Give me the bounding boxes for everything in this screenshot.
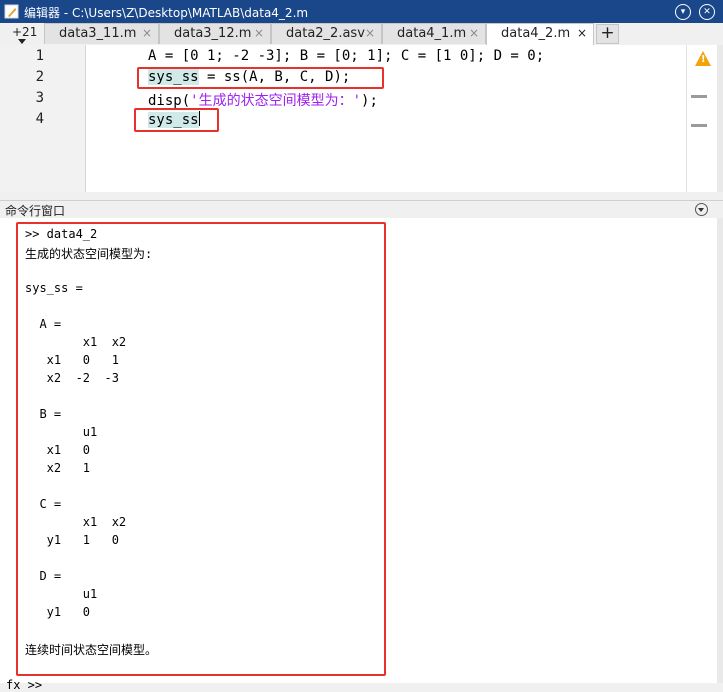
command-window-scrollbar[interactable] (717, 218, 723, 683)
line-number-gutter: 1 2 3 4 (0, 45, 86, 192)
editor-icon (4, 4, 19, 19)
line-number: 1 (35, 48, 44, 64)
close-icon[interactable]: × (254, 26, 264, 40)
command-window-header: 命令行窗口 (0, 200, 723, 219)
annotation-box (16, 222, 386, 676)
code-line-3[interactable]: disp('生成的状态空间模型为：'); (148, 90, 378, 110)
issue-marker[interactable] (691, 95, 707, 98)
code-text: disp( (148, 93, 191, 109)
tab-data3-11[interactable]: data3_11.m × (44, 23, 159, 44)
editor-scrollbar[interactable] (717, 45, 723, 192)
tab-label: data4_2.m (501, 26, 571, 41)
issue-marker[interactable] (691, 124, 707, 127)
tab-label: data2_2.asv (286, 26, 365, 41)
command-prompt[interactable]: fx >> (6, 678, 42, 692)
tab-data2-2[interactable]: data2_2.asv × (271, 23, 382, 44)
close-icon[interactable]: × (365, 26, 375, 40)
tab-label: data3_11.m (59, 26, 137, 41)
close-icon[interactable]: × (142, 26, 152, 40)
code-text: ); (361, 93, 378, 109)
window-title: 编辑器 - C:\Users\Z\Desktop\MATLAB\data4_2.… (24, 6, 309, 20)
title-bar: 编辑器 - C:\Users\Z\Desktop\MATLAB\data4_2.… (0, 0, 723, 23)
dropdown-arrow-icon (18, 39, 26, 44)
tab-label: data4_1.m (397, 26, 467, 41)
string-literal: '生成的状态空间模型为：' (190, 93, 362, 109)
chevron-down-icon[interactable] (695, 203, 708, 216)
close-icon[interactable]: ✕ (699, 4, 715, 20)
close-icon[interactable]: × (577, 26, 587, 40)
editor-tab-bar: +21 data3_11.m × data3_12.m × data2_2.as… (0, 23, 723, 46)
warning-mark: ! (701, 54, 706, 65)
tab-label: data3_12.m (174, 26, 252, 41)
add-tab-button[interactable]: + (596, 24, 619, 44)
tab-data4-1[interactable]: data4_1.m × (382, 23, 486, 44)
command-window-title: 命令行窗口 (5, 204, 66, 218)
code-line-1[interactable]: A = [0 1; -2 -3]; B = [0; 1]; C = [1 0];… (148, 48, 544, 64)
tab-data4-2[interactable]: data4_2.m × (486, 23, 594, 45)
line-number: 4 (35, 111, 44, 127)
line-number: 2 (35, 69, 44, 85)
pane-splitter[interactable] (0, 192, 723, 200)
code-analyzer-rail: ! (686, 45, 718, 192)
close-icon[interactable]: × (469, 26, 479, 40)
annotation-box (134, 108, 219, 132)
annotation-box (137, 67, 384, 89)
hidden-tabs-counter[interactable]: +21 (0, 23, 42, 45)
tab-data3-12[interactable]: data3_12.m × (159, 23, 271, 44)
line-number: 3 (35, 90, 44, 106)
chevron-down-icon[interactable]: ▾ (675, 4, 691, 20)
